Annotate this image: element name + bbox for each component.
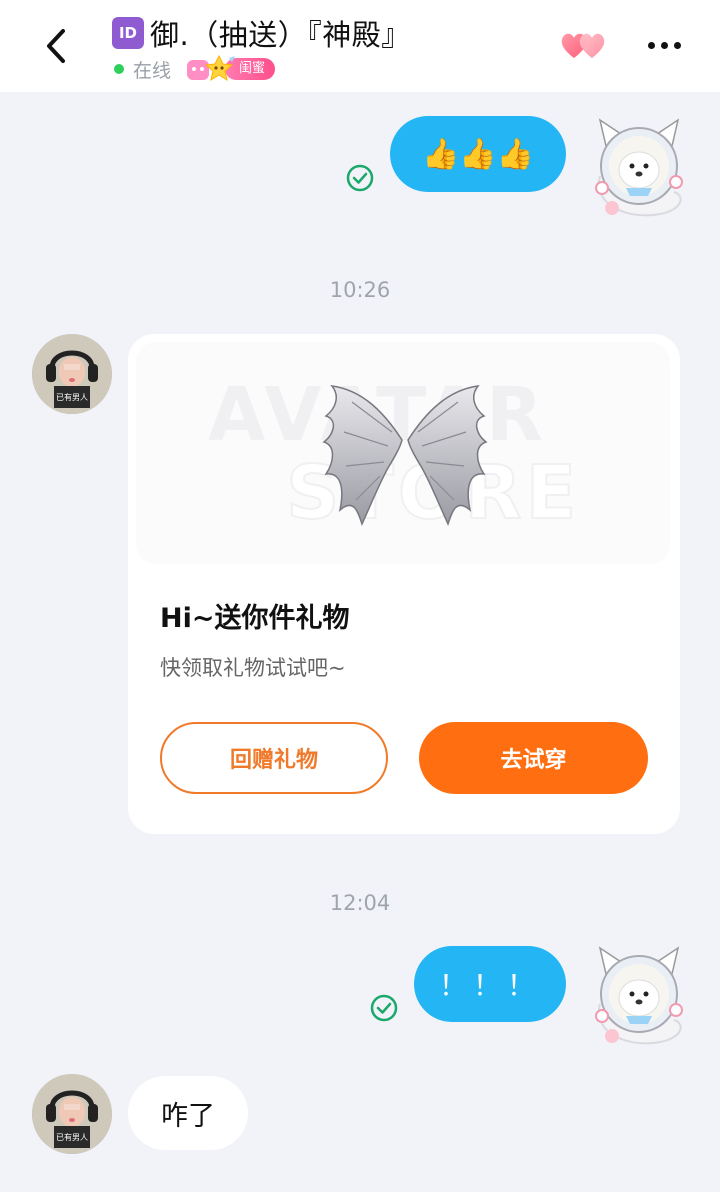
intimacy-button[interactable]: [558, 28, 610, 62]
contact-name: 御.（抽送）『神殿』: [150, 18, 411, 52]
message-bubble-sent[interactable]: 👍👍👍: [390, 116, 566, 192]
gift-title: Hi~送你件礼物: [160, 603, 350, 634]
person-avatar-icon: 已有男人: [32, 1074, 112, 1154]
contact-info[interactable]: ID 御.（抽送）『神殿』 在线 闺蜜: [112, 12, 411, 84]
bestie-emblem-icon: [187, 54, 236, 82]
more-options-button[interactable]: [642, 30, 686, 60]
message-bubble-sent[interactable]: ！！！: [414, 946, 566, 1022]
cat-frame-avatar-icon: [595, 118, 683, 217]
double-heart-icon: [561, 33, 605, 58]
message-text: ！！！: [438, 969, 541, 1002]
cat-frame-avatar-icon: [595, 946, 683, 1045]
return-gift-button[interactable]: 回赠礼物: [160, 722, 388, 794]
more-dot-icon: [660, 41, 668, 49]
online-status: 在线: [133, 59, 172, 82]
my-avatar[interactable]: [590, 116, 688, 224]
chevron-left-icon: [47, 29, 65, 63]
online-dot: [114, 64, 124, 74]
my-avatar[interactable]: [590, 944, 688, 1052]
contact-avatar[interactable]: 已有男人: [32, 1074, 112, 1154]
id-badge: ID: [112, 17, 144, 49]
avatar-caption: 已有男人: [56, 392, 88, 402]
sent-check-icon: [346, 164, 374, 192]
gift-preview: AVATAR STORE: [136, 342, 670, 564]
angel-wings-icon: [322, 385, 488, 527]
avatar-caption: 已有男人: [56, 1132, 88, 1142]
gift-subtitle: 快领取礼物试试吧~: [160, 656, 346, 680]
more-dot-icon: [647, 41, 655, 49]
chat-header: ID 御.（抽送）『神殿』 在线 闺蜜: [0, 0, 720, 92]
gift-card[interactable]: AVATAR STORE Hi~送你件礼物 快领取礼物试试吧~ 回赠礼物 去试穿: [128, 334, 680, 834]
timestamp: 10:26: [329, 278, 391, 302]
message-text: 👍👍👍: [421, 136, 535, 172]
contact-avatar[interactable]: 已有男人: [32, 334, 112, 414]
person-avatar-icon: 已有男人: [32, 334, 112, 414]
more-dot-icon: [673, 41, 681, 49]
back-button[interactable]: [34, 24, 78, 68]
sent-check-icon: [370, 994, 398, 1022]
message-bubble-received[interactable]: 咋了: [128, 1076, 248, 1150]
message-text: 咋了: [161, 1100, 215, 1132]
try-on-button[interactable]: 去试穿: [419, 722, 648, 794]
timestamp: 12:04: [329, 891, 391, 915]
relation-tag[interactable]: 闺蜜: [185, 54, 276, 84]
